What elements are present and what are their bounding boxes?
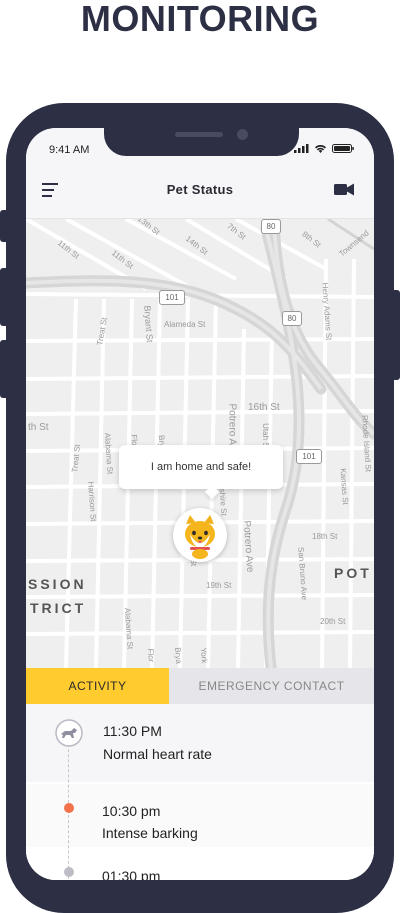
highway-shield-80: 80 — [261, 219, 281, 234]
page-headline: MONITORING — [80, 0, 320, 39]
video-camera-icon[interactable] — [334, 183, 354, 196]
phone-camera — [237, 129, 248, 140]
district-label: TRICT — [30, 600, 87, 616]
highway-shield-101: 101 — [296, 449, 322, 464]
activity-time: 01:30 pm — [102, 868, 161, 880]
street-label: Alameda St — [164, 320, 206, 329]
activity-list: 11:30 PM Normal heart rate 10:30 pm Inte… — [26, 704, 374, 880]
street-label: York — [198, 647, 209, 664]
list-item[interactable]: 01:30 pm — [26, 849, 374, 880]
activity-description: Normal heart rate — [103, 746, 212, 762]
wifi-icon — [315, 145, 326, 153]
tab-activity[interactable]: ACTIVITY — [26, 668, 169, 704]
page-title: Pet Status — [166, 182, 234, 197]
map-view[interactable]: 11th St 11th St 7th St 8th St 13th St 14… — [26, 219, 374, 668]
activity-description: Intense barking — [102, 825, 198, 841]
highway-shield-101: 101 — [159, 290, 185, 305]
dog-running-icon — [55, 719, 83, 747]
pet-location-marker[interactable] — [173, 508, 227, 562]
phone-notch — [104, 126, 299, 156]
tab-emergency-contact[interactable]: EMERGENCY CONTACT — [169, 668, 374, 704]
district-label: SSION — [28, 576, 87, 592]
side-button-power — [394, 290, 400, 380]
status-time: 9:41 AM — [49, 144, 90, 156]
highway-shield-80: 80 — [282, 311, 302, 326]
street-label: 16th St — [248, 402, 280, 413]
dog-avatar-icon — [185, 515, 215, 559]
signal-icon — [294, 144, 309, 153]
status-icons — [294, 144, 354, 153]
timeline-dot-orange — [64, 803, 74, 813]
district-label: POT — [334, 565, 372, 581]
status-bubble-text: I am home and safe! — [150, 461, 252, 473]
street-label: 19th St — [206, 581, 232, 590]
status-bubble: I am home and safe! — [119, 445, 283, 489]
activity-tabs: ACTIVITY EMERGENCY CONTACT — [26, 668, 374, 704]
activity-time: 10:30 pm — [102, 803, 161, 819]
street-label: 18th St — [312, 532, 338, 541]
nav-bar: Pet Status — [26, 168, 374, 219]
street-label: th St — [28, 422, 49, 433]
activity-time: 11:30 PM — [103, 723, 162, 739]
street-label: Flor — [145, 648, 156, 663]
street-label: 20th St — [320, 617, 346, 626]
battery-icon — [332, 144, 354, 153]
street-label: Brya — [173, 646, 184, 665]
phone-screen: 9:41 AM Pet Status 11th St 11th St 7th S… — [26, 128, 374, 880]
timeline-dot-grey — [64, 867, 74, 877]
list-item[interactable]: 10:30 pm Intense barking — [26, 784, 374, 847]
phone-speaker — [175, 132, 223, 137]
